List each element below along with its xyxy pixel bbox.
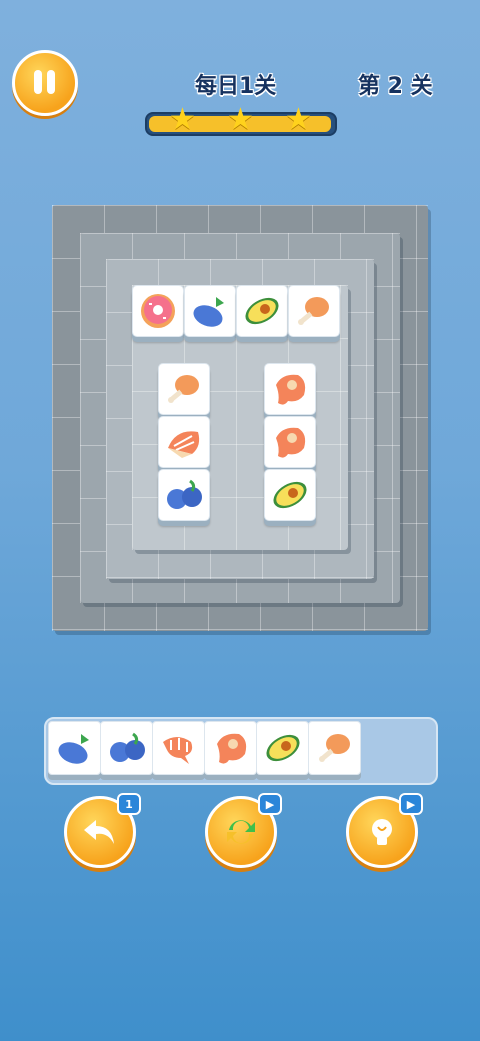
star-icon: ★	[285, 102, 312, 137]
tile-tray	[44, 717, 438, 785]
avocado-icon	[265, 734, 300, 762]
star-progress-bar: ★ ★ ★	[145, 105, 337, 136]
level-number: 第 2 关	[358, 74, 433, 99]
steak-icon	[276, 374, 306, 405]
undo-arrow-icon	[84, 820, 114, 844]
lightbulb-icon	[372, 819, 392, 845]
tray-tile-eggplant	[48, 721, 101, 775]
hint-button[interactable]: ▶	[346, 793, 423, 868]
shuffle-button[interactable]: ▶	[205, 793, 282, 868]
video-ad-badge: ▶	[399, 793, 423, 815]
tile-avocado[interactable]	[236, 285, 288, 337]
salmon-icon	[168, 431, 200, 458]
eggplant-icon	[193, 297, 224, 327]
drumstick-icon	[298, 297, 329, 325]
pause-icon	[34, 70, 42, 94]
tile-steak[interactable]	[264, 363, 316, 415]
steak-icon	[276, 427, 306, 458]
undo-count-badge: 1	[117, 793, 141, 815]
drumstick-icon	[168, 375, 199, 403]
pause-button[interactable]	[12, 50, 78, 116]
shrimp-icon	[162, 737, 192, 764]
undo-button[interactable]: 1	[64, 793, 141, 868]
donut-icon	[141, 294, 175, 328]
steak-icon	[216, 733, 246, 764]
pause-icon-bar	[47, 70, 55, 94]
tile-avocado[interactable]	[264, 469, 316, 521]
tile-blueberry[interactable]	[158, 469, 210, 521]
tile-board	[52, 205, 428, 631]
eggplant-icon	[57, 734, 89, 764]
video-ad-badge: ▶	[258, 793, 282, 815]
daily-level-title: 每日1关	[195, 74, 277, 99]
tile-salmon[interactable]	[158, 416, 210, 468]
tile-eggplant[interactable]	[184, 285, 236, 337]
tray-tile-avocado	[256, 721, 309, 775]
avocado-icon	[245, 297, 279, 325]
tray-tile-steak	[204, 721, 257, 775]
star-icon: ★	[227, 102, 254, 137]
blueberry-icon	[167, 479, 202, 509]
tray-tile-shrimp	[152, 721, 205, 775]
avocado-icon	[273, 481, 307, 509]
tile-donut[interactable]	[132, 285, 184, 337]
tray-tile-drumstick	[308, 721, 361, 775]
tray-tile-blueberry	[100, 721, 153, 775]
star-icon: ★	[169, 102, 196, 137]
tile-drumstick[interactable]	[288, 285, 340, 337]
shuffle-icon	[227, 820, 255, 844]
tile-drumstick[interactable]	[158, 363, 210, 415]
drumstick-icon	[318, 734, 350, 762]
tile-steak[interactable]	[264, 416, 316, 468]
blueberry-icon	[109, 732, 145, 762]
